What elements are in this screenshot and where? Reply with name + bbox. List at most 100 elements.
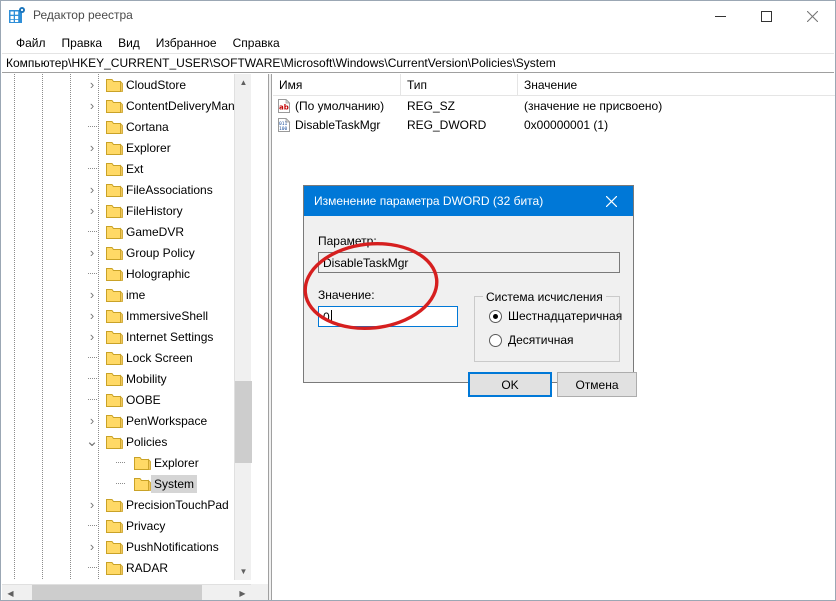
chevron-right-icon[interactable]: › [84, 203, 100, 219]
registry-tree-pane: › CloudStore › ContentDeliveryManager Cortan… [2, 74, 268, 600]
chevron-down-icon[interactable]: ⌄ [84, 434, 100, 450]
tree-item-label: PrecisionTouchPad [126, 497, 229, 512]
folder-icon [106, 183, 123, 197]
tree-item-label: CloudStore [126, 77, 187, 92]
tree-connector-line [88, 231, 97, 232]
tree-item-policies[interactable]: ⌄ Policies [2, 431, 251, 452]
chevron-right-icon[interactable]: › [84, 182, 100, 198]
tree-item-immersiveshell[interactable]: › ImmersiveShell [2, 305, 251, 326]
tree-item-cloudstore[interactable]: › CloudStore [2, 74, 251, 95]
tree-horizontal-scrollbar[interactable]: ◀ ▶ [2, 584, 268, 600]
tree-item-holographic[interactable]: Holographic [2, 263, 251, 284]
value-label: Значение: [318, 288, 375, 302]
chevron-right-icon[interactable]: › [84, 308, 100, 324]
folder-icon [134, 477, 151, 491]
folder-icon [106, 162, 123, 176]
value-data-input[interactable]: 0 [318, 306, 458, 327]
edit-dword-dialog: Изменение параметра DWORD (32 бита) Пара… [303, 185, 637, 397]
menu-favorites[interactable]: Избранное [148, 34, 225, 52]
tree-item-oobe[interactable]: OOBE [2, 389, 251, 410]
tree-item-gamedvr[interactable]: GameDVR [2, 221, 251, 242]
tree-item-ext[interactable]: Ext [2, 158, 251, 179]
tree-item-explorer[interactable]: Explorer [2, 452, 251, 473]
cancel-button[interactable]: Отмена [557, 372, 637, 397]
folder-icon [106, 561, 123, 575]
column-header-type[interactable]: Тип [401, 74, 518, 96]
tree-item-internet-settings[interactable]: › Internet Settings [2, 326, 251, 347]
pane-splitter[interactable] [268, 74, 272, 600]
tree-connector-line [116, 462, 125, 463]
tree-item-lock-screen[interactable]: Lock Screen [2, 347, 251, 368]
folder-icon [106, 204, 123, 218]
minimize-button[interactable] [697, 1, 743, 32]
tree-item-label: FileAssociations [126, 182, 213, 197]
value-row[interactable]: ab (По умолчанию) REG_SZ (значение не присв… [273, 96, 835, 115]
chevron-right-icon[interactable]: › [84, 413, 100, 429]
value-data-value: 0 [323, 309, 330, 324]
tree-item-precisiontouchpad[interactable]: › PrecisionTouchPad [2, 494, 251, 515]
maximize-button[interactable] [743, 1, 789, 32]
tree-item-label: Cortana [126, 119, 169, 134]
column-header-name[interactable]: Имя [273, 74, 401, 96]
tree-item-contentdeliverymanager[interactable]: › ContentDeliveryManager [2, 95, 251, 116]
value-list-header: Имя Тип Значение [273, 74, 835, 96]
scroll-right-icon[interactable]: ▶ [234, 585, 251, 600]
scroll-down-icon[interactable]: ▼ [235, 563, 252, 580]
registry-editor-icon [8, 7, 26, 25]
tree-connector-line [88, 525, 97, 526]
radio-hexadecimal[interactable]: Шестнадцатеричная [489, 309, 622, 323]
chevron-right-icon[interactable]: › [84, 77, 100, 93]
menu-file[interactable]: Файл [8, 34, 54, 52]
chevron-right-icon[interactable]: › [84, 329, 100, 345]
vertical-scroll-thumb[interactable] [235, 381, 252, 463]
chevron-right-icon[interactable]: › [84, 497, 100, 513]
folder-icon [106, 414, 123, 428]
menu-edit[interactable]: Правка [54, 34, 111, 52]
tree-item-cortana[interactable]: Cortana [2, 116, 251, 137]
tree-item-explorer[interactable]: › Explorer [2, 137, 251, 158]
registry-tree[interactable]: › CloudStore › ContentDeliveryManager Cortan… [2, 74, 251, 580]
tree-connector-line [88, 273, 97, 274]
tree-item-fileassociations[interactable]: › FileAssociations [2, 179, 251, 200]
tree-vertical-scrollbar[interactable]: ▲ ▼ [234, 74, 252, 580]
scroll-left-icon[interactable]: ◀ [2, 585, 19, 600]
menu-view[interactable]: Вид [110, 34, 148, 52]
tree-item-label: Group Policy [126, 245, 195, 260]
column-header-value[interactable]: Значение [518, 74, 835, 96]
tree-item-pushnotifications[interactable]: › PushNotifications [2, 536, 251, 557]
base-radio-group: Система исчисления Шестнадцатеричная Дес… [474, 290, 622, 362]
horizontal-scroll-thumb[interactable] [32, 585, 202, 600]
tree-item-ime[interactable]: › ime [2, 284, 251, 305]
tree-item-privacy[interactable]: Privacy [2, 515, 251, 536]
tree-item-mobility[interactable]: Mobility [2, 368, 251, 389]
radio-decimal[interactable]: Десятичная [489, 333, 574, 347]
chevron-right-icon[interactable]: › [84, 140, 100, 156]
tree-item-label: GameDVR [126, 224, 185, 239]
tree-item-filehistory[interactable]: › FileHistory [2, 200, 251, 221]
tree-item-radar[interactable]: RADAR [2, 557, 251, 578]
parameter-name-input[interactable]: DisableTaskMgr [318, 252, 620, 273]
menu-bar: Файл Правка Вид Избранное Справка [1, 32, 835, 53]
ok-button[interactable]: OK [468, 372, 552, 397]
chevron-right-icon[interactable]: › [84, 287, 100, 303]
chevron-right-icon[interactable]: › [84, 98, 100, 114]
value-row[interactable]: 011 100 DisableTaskMgr REG_DWORD 0x00000001 … [273, 115, 835, 134]
tree-item-label: Ext [126, 161, 144, 176]
tree-item-label: RADAR [126, 560, 169, 575]
tree-item-run[interactable]: Run [2, 578, 251, 580]
tree-item-group-policy[interactable]: › Group Policy [2, 242, 251, 263]
tree-item-system[interactable]: System [2, 473, 251, 494]
folder-icon [106, 309, 123, 323]
menu-help[interactable]: Справка [225, 34, 288, 52]
dialog-close-button[interactable] [589, 186, 633, 216]
close-button[interactable] [789, 1, 835, 32]
address-bar[interactable]: Компьютер\HKEY_CURRENT_USER\SOFTWARE\Mic… [2, 53, 834, 73]
chevron-right-icon[interactable]: › [84, 245, 100, 261]
value-row-name: (По умолчанию) [295, 98, 385, 113]
value-list-rows: ab (По умолчанию) REG_SZ (значение не присв… [273, 96, 835, 134]
chevron-right-icon[interactable]: › [84, 539, 100, 555]
folder-icon [106, 141, 123, 155]
tree-item-penworkspace[interactable]: › PenWorkspace [2, 410, 251, 431]
scroll-up-icon[interactable]: ▲ [235, 74, 252, 91]
tree-item-label: OOBE [126, 392, 161, 407]
